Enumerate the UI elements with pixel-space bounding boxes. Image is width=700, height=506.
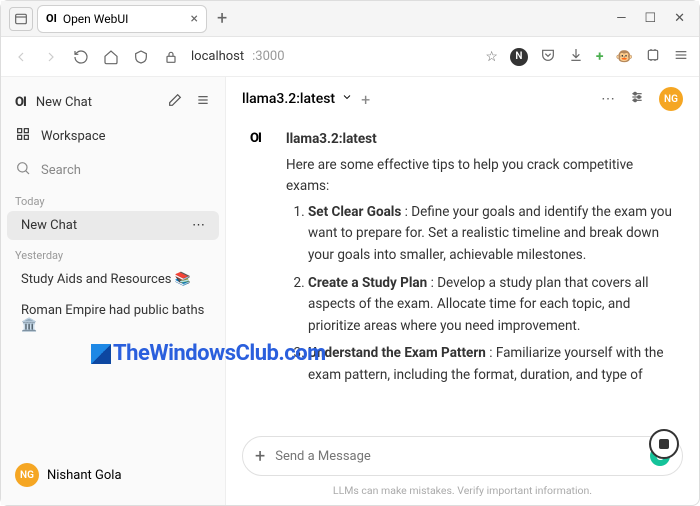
header-avatar[interactable]: NG: [659, 87, 683, 111]
close-window-icon[interactable]: ✕: [674, 11, 685, 26]
lock-icon[interactable]: [161, 47, 181, 67]
workspace-link[interactable]: Workspace: [1, 119, 225, 153]
new-chat-link[interactable]: New Chat: [36, 95, 92, 110]
assistant-avatar: OI: [250, 129, 274, 393]
extension-plus-icon[interactable]: +: [596, 49, 604, 65]
chevron-down-icon: [341, 91, 353, 107]
extension-n-icon[interactable]: N: [510, 48, 528, 66]
chat-item-more-icon[interactable]: ⋯: [192, 218, 205, 233]
chat-item-study-aids[interactable]: Study Aids and Resources 📚: [7, 265, 219, 294]
chat-item-roman-empire[interactable]: Roman Empire had public baths 🏛️: [7, 296, 219, 340]
bookmark-icon[interactable]: ☆: [485, 49, 498, 65]
stop-button[interactable]: [649, 429, 679, 459]
search-placeholder: Search: [41, 163, 81, 178]
tip-item: Understand the Exam Pattern : Familiariz…: [308, 343, 675, 386]
model-name: llama3.2:latest: [242, 91, 335, 107]
maximize-icon[interactable]: ☐: [644, 11, 656, 26]
main-panel: llama3.2:latest + ⋯ NG OI llama3.2:lates…: [226, 77, 699, 505]
chat-item-label: New Chat: [21, 218, 77, 233]
more-icon[interactable]: ⋯: [601, 91, 615, 107]
reload-icon[interactable]: [71, 47, 91, 67]
tab-title: Open WebUI: [63, 12, 129, 26]
download-icon[interactable]: [568, 47, 584, 67]
address-bar[interactable]: localhost :3000: [191, 49, 475, 64]
user-name: Nishant Gola: [47, 468, 122, 483]
section-today: Today: [1, 187, 225, 210]
minimize-icon[interactable]: —: [616, 11, 626, 26]
section-yesterday: Yesterday: [1, 241, 225, 264]
assistant-message: OI llama3.2:latest Here are some effecti…: [250, 129, 675, 393]
workspace-icon: [15, 126, 31, 146]
chat-item-label: Roman Empire had public baths 🏛️: [21, 303, 205, 333]
profile-icon[interactable]: 🐵: [616, 49, 633, 65]
home-icon[interactable]: [101, 47, 121, 67]
message-input[interactable]: [275, 449, 640, 464]
extensions-icon[interactable]: [645, 47, 661, 67]
message-model-title: llama3.2:latest: [286, 129, 675, 151]
add-model-button[interactable]: +: [361, 90, 370, 109]
model-selector[interactable]: llama3.2:latest: [242, 91, 353, 107]
sidebar-user[interactable]: NG Nishant Gola: [1, 453, 225, 497]
titlebar: OI Open WebUI × + — ☐ ✕: [1, 1, 699, 37]
url-port: :3000: [252, 49, 284, 64]
user-avatar: NG: [15, 463, 39, 487]
pocket-icon[interactable]: [540, 47, 556, 67]
message-intro: Here are some effective tips to help you…: [286, 155, 675, 198]
sidebar-search[interactable]: Search: [1, 153, 225, 187]
tab-favicon: OI: [46, 12, 57, 25]
workspace-label: Workspace: [41, 129, 106, 144]
close-tab-icon[interactable]: ×: [191, 11, 198, 27]
attach-icon[interactable]: +: [255, 446, 265, 467]
chat-item-new-chat[interactable]: New Chat ⋯: [7, 211, 219, 240]
back-icon[interactable]: [11, 47, 31, 67]
url-host: localhost: [191, 49, 244, 64]
search-icon: [15, 160, 31, 180]
app-logo: OI: [15, 95, 26, 110]
browser-tab[interactable]: OI Open WebUI ×: [37, 5, 207, 33]
compose-icon[interactable]: [167, 92, 183, 112]
disclaimer: LLMs can make mistakes. Verify important…: [226, 480, 699, 505]
sidebar-menu-icon[interactable]: [195, 92, 211, 112]
tip-item: Create a Study Plan : Develop a study pl…: [308, 273, 675, 338]
new-tab-button[interactable]: +: [211, 8, 233, 29]
shield-icon[interactable]: [131, 47, 151, 67]
browser-toolbar: localhost :3000 ☆ N + 🐵: [1, 37, 699, 77]
forward-icon[interactable]: [41, 47, 61, 67]
message-input-box[interactable]: + G: [242, 436, 683, 476]
tip-item: Set Clear Goals : Define your goals and …: [308, 202, 675, 267]
menu-icon[interactable]: [673, 47, 689, 67]
chat-item-label: Study Aids and Resources 📚: [21, 272, 191, 287]
settings-icon[interactable]: [629, 89, 645, 109]
sidebar: OI New Chat Workspace Search Today New C…: [1, 77, 226, 505]
sidebar-tabs-icon[interactable]: [9, 7, 33, 31]
